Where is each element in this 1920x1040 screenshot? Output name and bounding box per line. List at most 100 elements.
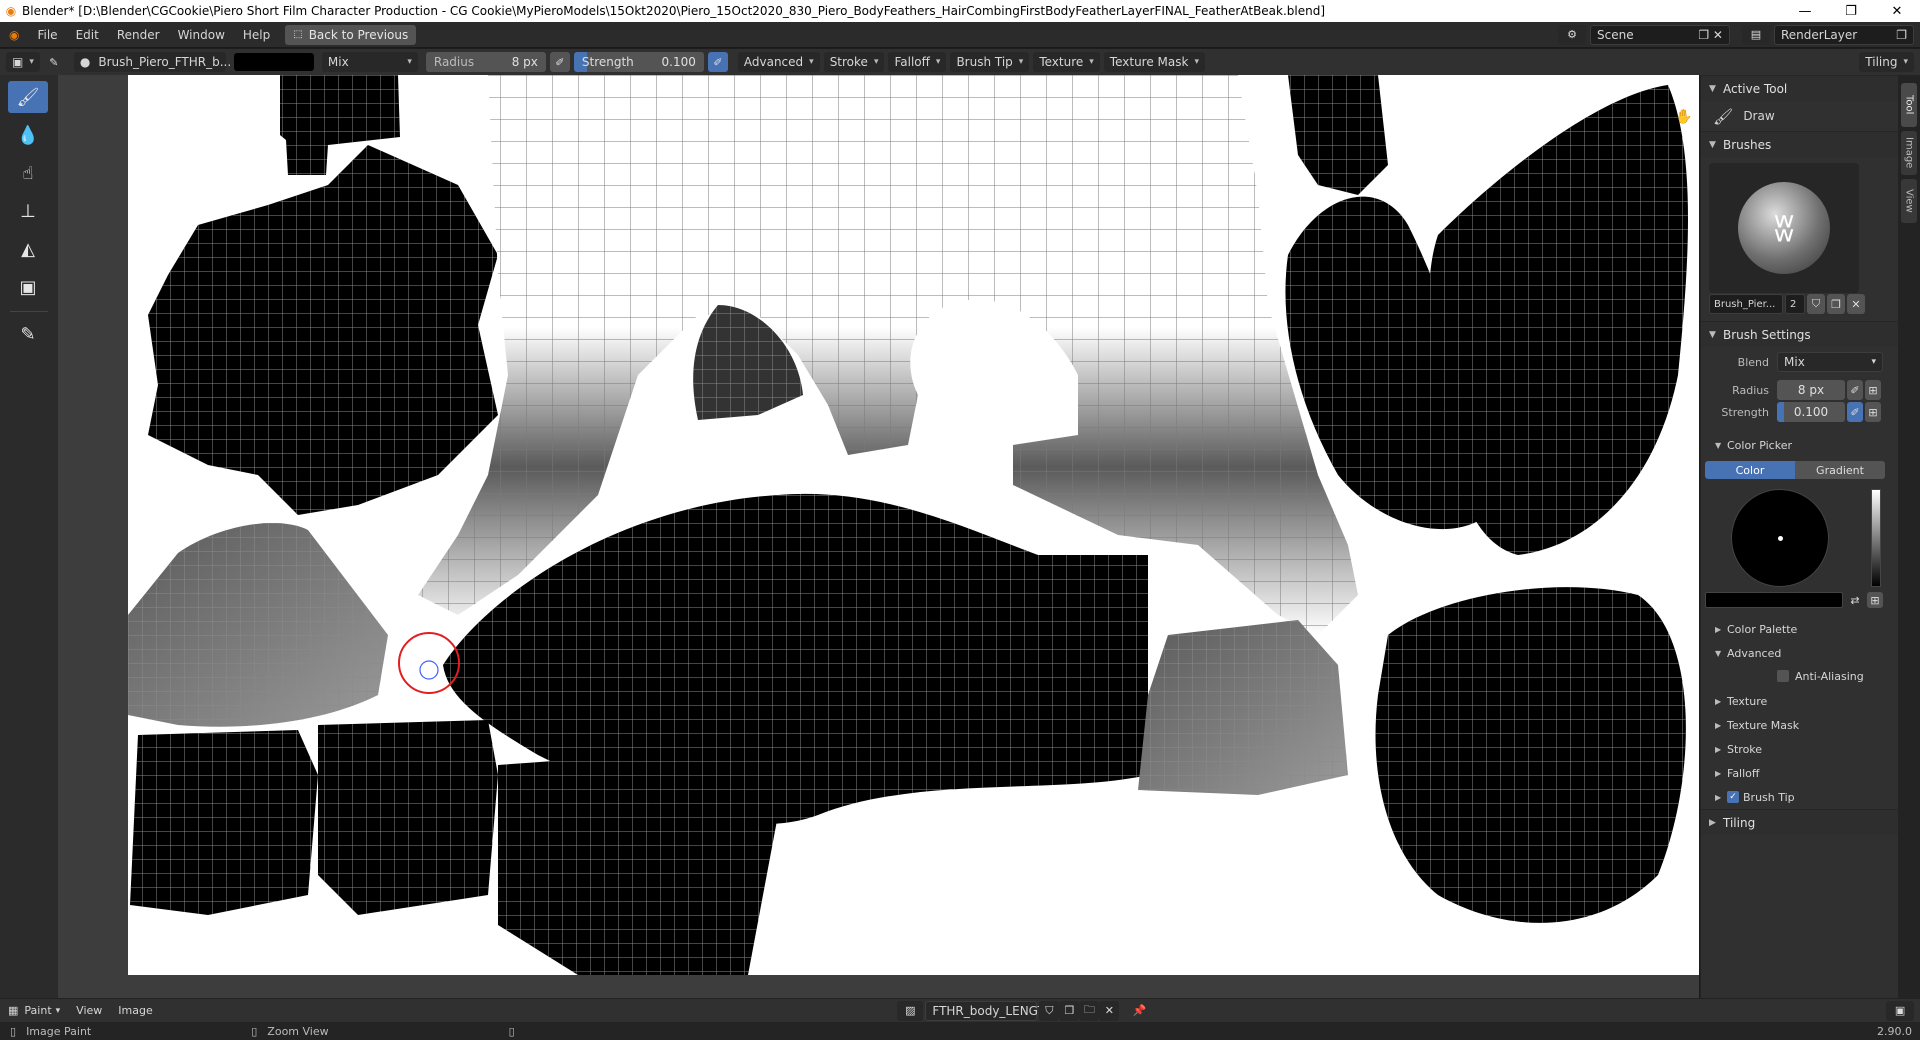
blender-menu-icon[interactable]: ◉ — [0, 22, 28, 48]
draw-brush-icon: 🖌 — [1713, 106, 1734, 126]
zoom-gizmo-icon[interactable]: ⊕ — [1674, 81, 1694, 101]
paint-mode-icon: ▦ — [8, 1004, 19, 1017]
image-unlink-icon[interactable]: ✕ — [1099, 1000, 1120, 1021]
menu-render[interactable]: Render — [108, 22, 169, 48]
draw-tool-icon[interactable]: 🖌 — [8, 81, 48, 113]
maximize-button[interactable]: ❐ — [1828, 0, 1874, 22]
brush-tool-icon[interactable]: ✎ — [43, 52, 64, 72]
color-pressure-icon[interactable]: ⊞ — [1867, 592, 1883, 608]
falloff-subpanel[interactable]: ▶ Falloff — [1701, 761, 1898, 785]
soften-tool-icon[interactable]: 💧 — [8, 119, 48, 151]
value-slider[interactable] — [1871, 489, 1881, 587]
editor-type-dropdown[interactable]: ▣ ▾ — [6, 52, 40, 72]
radius-row: Radius 8 px ✐ ⊞ — [1701, 379, 1898, 401]
texture-mask-subpanel[interactable]: ▶ Texture Mask — [1701, 713, 1898, 737]
back-to-previous-button[interactable]: ⬚ Back to Previous — [285, 24, 417, 45]
tiling-panel-header[interactable]: ▶ Tiling — [1701, 809, 1898, 835]
sidebar-strength-pressure-icon[interactable]: ✐ — [1847, 402, 1863, 422]
texture-subpanel[interactable]: ▶ Texture — [1701, 689, 1898, 713]
image-canvas[interactable]: ⊕ ✋ — [58, 75, 1699, 998]
brush-settings-panel-header[interactable]: ▼ Brush Settings — [1701, 321, 1898, 347]
scene-selector[interactable]: Scene ❐ ✕ — [1590, 24, 1730, 45]
menu-edit[interactable]: Edit — [67, 22, 108, 48]
window-title: Blender* [D:\Blender\CGCookie\Piero Shor… — [22, 4, 1326, 18]
image-new-icon[interactable]: ❐ — [1059, 1000, 1080, 1021]
close-button[interactable]: ✕ — [1874, 0, 1920, 22]
renderlayer-copy-icon[interactable]: ❐ — [1896, 28, 1907, 42]
color-tab[interactable]: Color — [1705, 461, 1795, 479]
renderlayer-selector[interactable]: RenderLayer ❐ — [1774, 24, 1914, 45]
blend-dropdown[interactable]: Mix ▾ — [321, 52, 418, 72]
active-tool-panel-header[interactable]: ▼ Active Tool — [1701, 75, 1898, 101]
anti-aliasing-checkbox[interactable] — [1777, 670, 1789, 682]
sidebar-radius-field[interactable]: 8 px — [1777, 380, 1845, 400]
color-palette-subpanel[interactable]: ▶ Color Palette — [1701, 617, 1898, 641]
falloff-menu[interactable]: Falloff ▾ — [888, 52, 947, 72]
annotate-tool-icon[interactable]: ✎ — [8, 318, 48, 350]
brush-users-count[interactable]: 2 — [1785, 294, 1805, 314]
gradient-tab[interactable]: Gradient — [1795, 461, 1885, 479]
strength-pressure-icon[interactable]: ✐ — [707, 52, 728, 72]
texture-mask-menu[interactable]: Texture Mask ▾ — [1103, 52, 1205, 72]
clone-tool-icon[interactable]: ⊥ — [8, 195, 48, 227]
tab-view[interactable]: View — [1901, 179, 1917, 223]
color-mode-tabs: Color Gradient — [1701, 459, 1898, 481]
brush-selector[interactable]: ● Brush_Piero_FTHR_b... — [73, 52, 231, 72]
radius-pressure-icon[interactable]: ✐ — [549, 52, 570, 72]
menu-window[interactable]: Window — [169, 22, 234, 48]
color-swatch-row: ⇄ ⊞ — [1701, 589, 1898, 611]
fake-user-icon[interactable]: ⛉ — [1807, 294, 1825, 314]
brush-color-swatch[interactable] — [233, 53, 314, 71]
editor-options-icon[interactable]: ▣ — [1886, 1000, 1915, 1021]
smear-tool-icon[interactable]: ☝ — [8, 157, 48, 189]
scene-copy-icon[interactable]: ❐ ✕ — [1698, 28, 1723, 42]
tab-tool[interactable]: Tool — [1901, 83, 1917, 127]
primary-color-swatch[interactable] — [1705, 592, 1843, 608]
mode-dropdown[interactable]: ▦ Paint ▾ — [0, 1004, 68, 1017]
swap-colors-icon[interactable]: ⇄ — [1847, 592, 1863, 608]
radius-field[interactable]: Radius 8 px — [425, 52, 546, 72]
color-wheel[interactable] — [1701, 485, 1898, 587]
sidebar-radius-pressure-icon[interactable]: ✐ — [1847, 380, 1863, 400]
stroke-subpanel[interactable]: ▶ Stroke — [1701, 737, 1898, 761]
pan-gizmo-icon[interactable]: ✋ — [1674, 109, 1694, 129]
brush-tip-subpanel[interactable]: ▶ ✓ Brush Tip — [1701, 785, 1898, 809]
renderlayer-icon[interactable]: ▤ — [1742, 24, 1770, 45]
blend-select[interactable]: Mix ▾ — [1777, 352, 1883, 372]
texture-menu[interactable]: Texture ▾ — [1033, 52, 1100, 72]
image-open-icon[interactable]: 🗀 — [1079, 1000, 1100, 1021]
scene-type-icon[interactable]: ⚙ — [1558, 24, 1586, 45]
anti-aliasing-row[interactable]: Anti-Aliasing — [1701, 665, 1898, 687]
image-name-field[interactable]: FTHR_body_LENGTH — [925, 1000, 1054, 1021]
brushes-panel-header[interactable]: ▼ Brushes — [1701, 131, 1898, 157]
brush-tip-menu[interactable]: Brush Tip ▾ — [950, 52, 1030, 72]
tiling-menu[interactable]: Tiling ▾ — [1859, 52, 1914, 72]
menu-view[interactable]: View — [68, 1004, 110, 1017]
toolshelf: 🖌 💧 ☝ ⊥ ◭ ▣ ✎ — [0, 75, 58, 998]
sidebar-strength-field[interactable]: 0.100 — [1777, 402, 1845, 422]
menu-file[interactable]: File — [28, 22, 66, 48]
minimize-button[interactable]: — — [1782, 0, 1828, 22]
sidebar-radius-unit-icon[interactable]: ⊞ — [1865, 380, 1881, 400]
image-fake-user-icon[interactable]: ⛉ — [1039, 1000, 1060, 1021]
pin-icon[interactable]: 📌 — [1129, 1001, 1149, 1021]
mouse-right-icon: ▯ — [508, 1024, 515, 1038]
stroke-menu[interactable]: Stroke ▾ — [823, 52, 885, 72]
advanced-menu[interactable]: Advanced ▾ — [737, 52, 820, 72]
menu-help[interactable]: Help — [234, 22, 279, 48]
mask-tool-icon[interactable]: ▣ — [8, 271, 48, 303]
brush-tip-checkbox[interactable]: ✓ — [1727, 791, 1739, 803]
advanced-subpanel[interactable]: ▼ Advanced — [1701, 641, 1898, 665]
fill-tool-icon[interactable]: ◭ — [8, 233, 48, 265]
brush-name-field[interactable]: Brush_Pier... — [1709, 294, 1783, 314]
unlink-brush-icon[interactable]: ✕ — [1847, 294, 1865, 314]
duplicate-brush-icon[interactable]: ❐ — [1827, 294, 1845, 314]
tab-image[interactable]: Image — [1901, 131, 1917, 175]
sidebar-strength-unit-icon[interactable]: ⊞ — [1865, 402, 1881, 422]
strength-field[interactable]: Strength 0.100 — [573, 52, 704, 72]
menu-image[interactable]: Image — [110, 1004, 160, 1017]
image-browse-icon[interactable]: ▨ — [897, 1000, 924, 1021]
active-tool-row[interactable]: 🖌 Draw — [1701, 101, 1898, 131]
brush-preview[interactable]: ʬ — [1709, 163, 1859, 293]
color-picker-subpanel[interactable]: ▼ Color Picker — [1701, 433, 1898, 457]
